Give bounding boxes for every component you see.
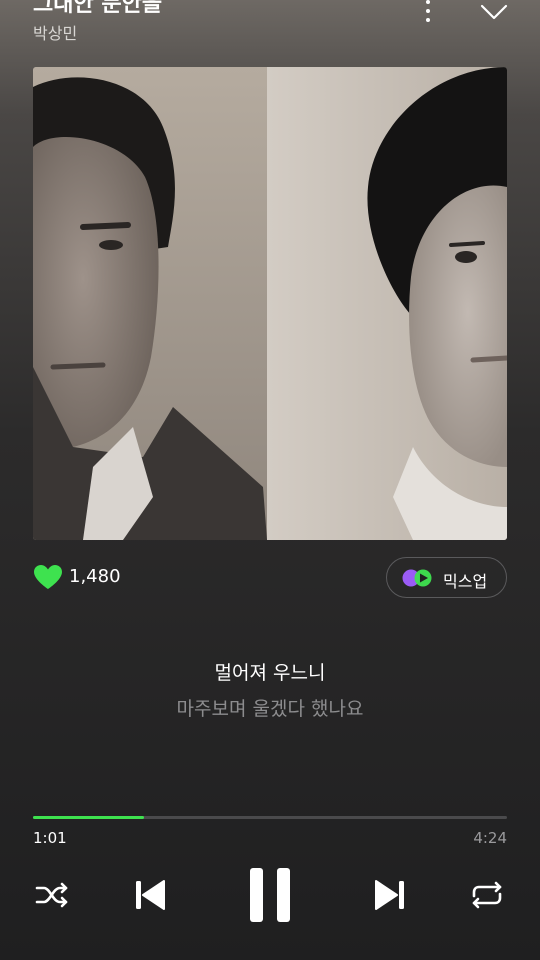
heart-icon[interactable] [33, 564, 63, 590]
mixup-button[interactable]: 믹스업 [386, 557, 507, 598]
skip-next-icon[interactable] [373, 878, 407, 912]
pause-icon[interactable] [246, 866, 294, 924]
mixup-icon [402, 569, 432, 587]
total-time: 4:24 [473, 829, 507, 847]
artist-name[interactable]: 박상민 [33, 20, 77, 44]
song-title: 그대안 문안을 [33, 0, 163, 17]
skip-previous-icon[interactable] [133, 878, 167, 912]
repeat-icon[interactable] [470, 880, 504, 910]
lyric-current-line[interactable]: 멀어져 우느니 [0, 658, 540, 685]
mixup-label: 믹스업 [443, 572, 488, 591]
progress-fill [33, 816, 145, 819]
lyric-next-line[interactable]: 마주보며 울겠다 했나요 [0, 694, 540, 721]
like-count: 1,480 [69, 566, 121, 587]
more-options-icon[interactable] [418, 0, 438, 24]
shuffle-icon[interactable] [35, 880, 69, 910]
player-header: 그대안 문안을 박상민 [0, 0, 540, 60]
album-cover [33, 67, 507, 540]
progress-bar[interactable] [33, 816, 507, 819]
chevron-down-icon[interactable] [478, 0, 510, 24]
elapsed-time: 1:01 [33, 829, 67, 847]
